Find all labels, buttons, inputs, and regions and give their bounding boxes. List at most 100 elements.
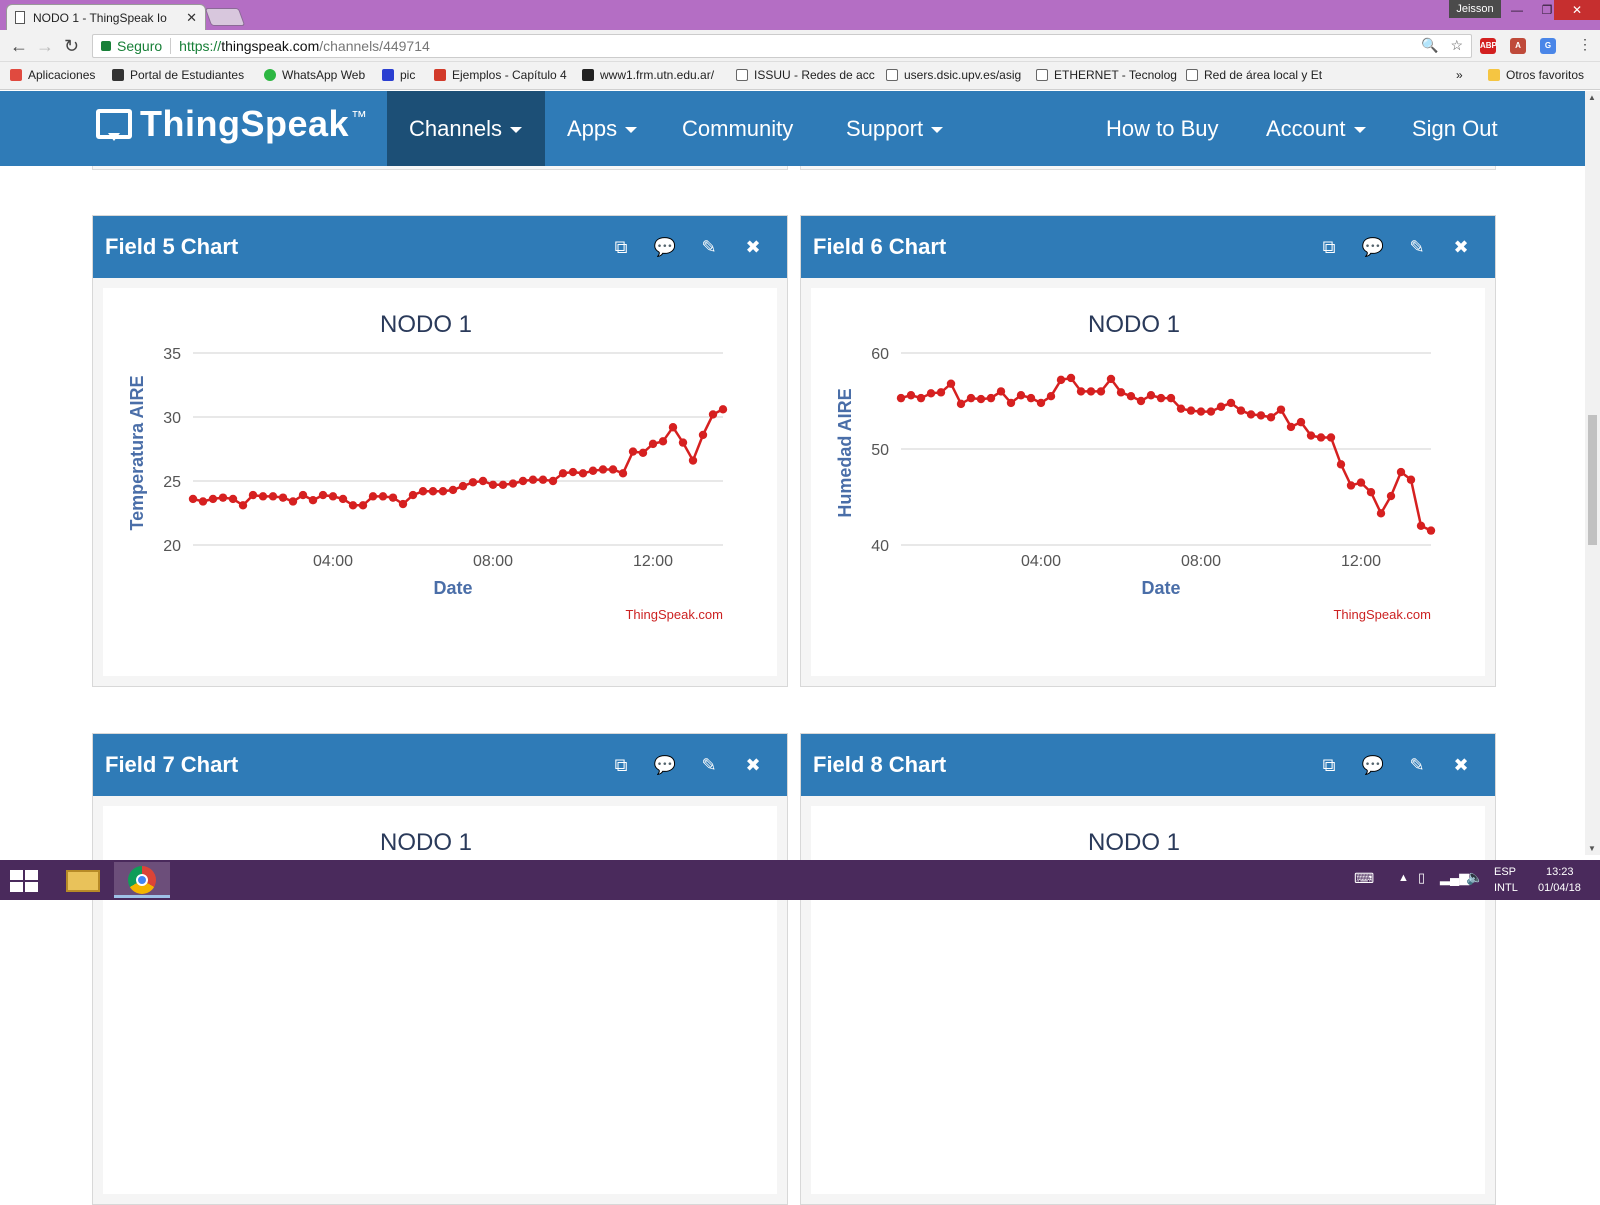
bookmark-item[interactable]: users.dsic.upv.es/asig	[886, 68, 1021, 82]
other-bookmarks[interactable]: Otros favoritos	[1488, 68, 1584, 82]
edit-icon[interactable]: ✎	[1395, 755, 1439, 776]
chrome-taskbar-icon[interactable]	[114, 862, 170, 898]
bookmark-item[interactable]: ISSUU - Redes de acc	[736, 68, 875, 82]
bookmark-item[interactable]: WhatsApp Web	[264, 68, 365, 82]
data-point	[348, 501, 358, 510]
volume-icon[interactable]: 🔈	[1466, 869, 1483, 886]
keyboard-icon[interactable]: ⌨	[1354, 870, 1374, 887]
data-point	[1346, 481, 1356, 490]
edit-icon[interactable]: ✎	[687, 755, 731, 776]
close-icon[interactable]: ✖	[731, 755, 775, 776]
field-8-chart-panel: Field 8 Chart ⧉ 💬 ✎ ✖ NODO 1	[800, 733, 1496, 1205]
nav-channels[interactable]: Channels	[387, 91, 545, 166]
clock-time[interactable]: 13:23	[1546, 866, 1574, 878]
nav-apps[interactable]: Apps	[545, 91, 659, 166]
reload-icon[interactable]: ↻	[64, 36, 79, 57]
field-6-chart-panel: Field 6 Chart ⧉ 💬 ✎ ✖ NODO 1 40 50 60 04:00 0…	[800, 215, 1496, 687]
caret-down-icon	[931, 127, 944, 134]
data-point	[548, 476, 558, 486]
back-icon[interactable]: ←	[10, 36, 28, 57]
comment-icon[interactable]: 💬	[643, 755, 687, 776]
minimize-icon[interactable]: —	[1502, 0, 1532, 20]
close-icon[interactable]: ✖	[731, 237, 775, 258]
data-point	[708, 410, 718, 419]
data-point	[448, 485, 458, 495]
open-external-icon[interactable]: ⧉	[1307, 755, 1351, 776]
open-external-icon[interactable]: ⧉	[1307, 237, 1351, 258]
bookmark-item[interactable]: Aplicaciones	[10, 68, 95, 82]
data-point	[628, 447, 638, 456]
file-explorer-icon[interactable]	[56, 862, 112, 898]
bookmark-item[interactable]: Red de área local y Et	[1186, 68, 1322, 82]
nav-community[interactable]: Community	[660, 91, 815, 166]
lock-icon	[101, 41, 111, 51]
data-point	[1406, 475, 1416, 484]
bookmark-item[interactable]: Portal de Estudiantes	[112, 68, 244, 82]
comment-icon[interactable]: 💬	[1351, 237, 1395, 258]
data-point	[398, 499, 408, 509]
close-icon[interactable]: ✖	[1439, 237, 1483, 258]
bookmark-item[interactable]: pic	[382, 68, 415, 82]
address-bar[interactable]: Seguro https:// thingspeak.com /channels…	[92, 34, 1472, 58]
page-icon	[1036, 69, 1048, 81]
data-point	[1416, 521, 1426, 530]
adblock-icon[interactable]: ABP	[1480, 38, 1497, 54]
zoom-icon[interactable]: 🔍	[1421, 37, 1438, 53]
comment-icon[interactable]: 💬	[643, 237, 687, 258]
close-icon[interactable]: ✖	[1439, 755, 1483, 776]
scroll-up-icon[interactable]: ▲	[1588, 93, 1596, 102]
data-point	[1026, 393, 1036, 403]
open-external-icon[interactable]: ⧉	[599, 237, 643, 258]
translate-icon[interactable]: G	[1540, 38, 1556, 54]
data-point	[208, 494, 218, 504]
bookmark-item[interactable]: Ejemplos - Capítulo 4	[434, 68, 567, 82]
clock-date[interactable]: 01/04/18	[1538, 882, 1581, 894]
panel-bottom-edge	[92, 166, 788, 170]
data-point	[1196, 407, 1206, 416]
nav-how-to-buy[interactable]: How to Buy	[1084, 91, 1241, 166]
thingspeak-logo[interactable]: ThingSpeak ™	[96, 103, 367, 145]
bookmarks-overflow[interactable]: »	[1456, 68, 1463, 82]
profile-button[interactable]: Jeisson	[1449, 0, 1501, 18]
edit-icon[interactable]: ✎	[1395, 237, 1439, 258]
data-point	[1396, 467, 1406, 477]
tray-expand-icon[interactable]: ▲	[1398, 872, 1409, 884]
pdf-extension-icon[interactable]: A	[1510, 38, 1526, 54]
data-point	[986, 393, 996, 403]
nav-account[interactable]: Account	[1244, 91, 1388, 166]
tablet-icon[interactable]: ▯	[1418, 870, 1425, 886]
field-7-chart-panel: Field 7 Chart ⧉ 💬 ✎ ✖ NODO 1	[92, 733, 788, 1205]
nav-sign-out[interactable]: Sign Out	[1390, 91, 1520, 166]
menu-icon[interactable]: ⋮	[1578, 36, 1592, 53]
page-icon	[736, 69, 748, 81]
panel-title: Field 7 Chart	[105, 752, 239, 777]
forward-icon[interactable]: →	[36, 36, 54, 57]
data-point	[228, 494, 238, 504]
language-bottom[interactable]: INTL	[1494, 882, 1518, 894]
new-tab-button[interactable]	[204, 8, 246, 26]
secure-label: Seguro	[117, 38, 163, 54]
scroll-down-icon[interactable]: ▼	[1588, 844, 1596, 853]
network-icon[interactable]: ▂▄▆	[1440, 870, 1469, 886]
scrollbar-thumb[interactable]	[1588, 415, 1597, 545]
window-close-icon[interactable]: ✕	[1554, 0, 1600, 20]
bookmark-item[interactable]: ETHERNET - Tecnolog	[1036, 68, 1177, 82]
browser-tab[interactable]: NODO 1 - ThingSpeak Io ✕	[6, 4, 206, 30]
data-point	[1206, 407, 1216, 416]
data-point	[966, 393, 976, 403]
data-point	[648, 439, 658, 449]
language-top[interactable]: ESP	[1494, 866, 1516, 878]
chart-area: NODO 1 20 25 30 35 04:00 08:00 12:00 Date Tempera…	[103, 288, 777, 676]
comment-icon[interactable]: 💬	[1351, 755, 1395, 776]
open-external-icon[interactable]: ⧉	[599, 755, 643, 776]
page-scrollbar[interactable]: ▲ ▼	[1585, 91, 1600, 855]
bookmark-star-icon[interactable]: ☆	[1450, 37, 1463, 53]
bookmark-item[interactable]: www1.frm.utn.edu.ar/	[582, 68, 714, 82]
nav-support[interactable]: Support	[824, 91, 965, 166]
data-point	[1326, 433, 1336, 442]
data-point	[1256, 411, 1266, 420]
edit-icon[interactable]: ✎	[687, 237, 731, 258]
windows-start-icon[interactable]	[10, 870, 38, 892]
tab-close-icon[interactable]: ✕	[186, 10, 197, 26]
y-axis-label: Humedad AIRE	[835, 388, 855, 517]
